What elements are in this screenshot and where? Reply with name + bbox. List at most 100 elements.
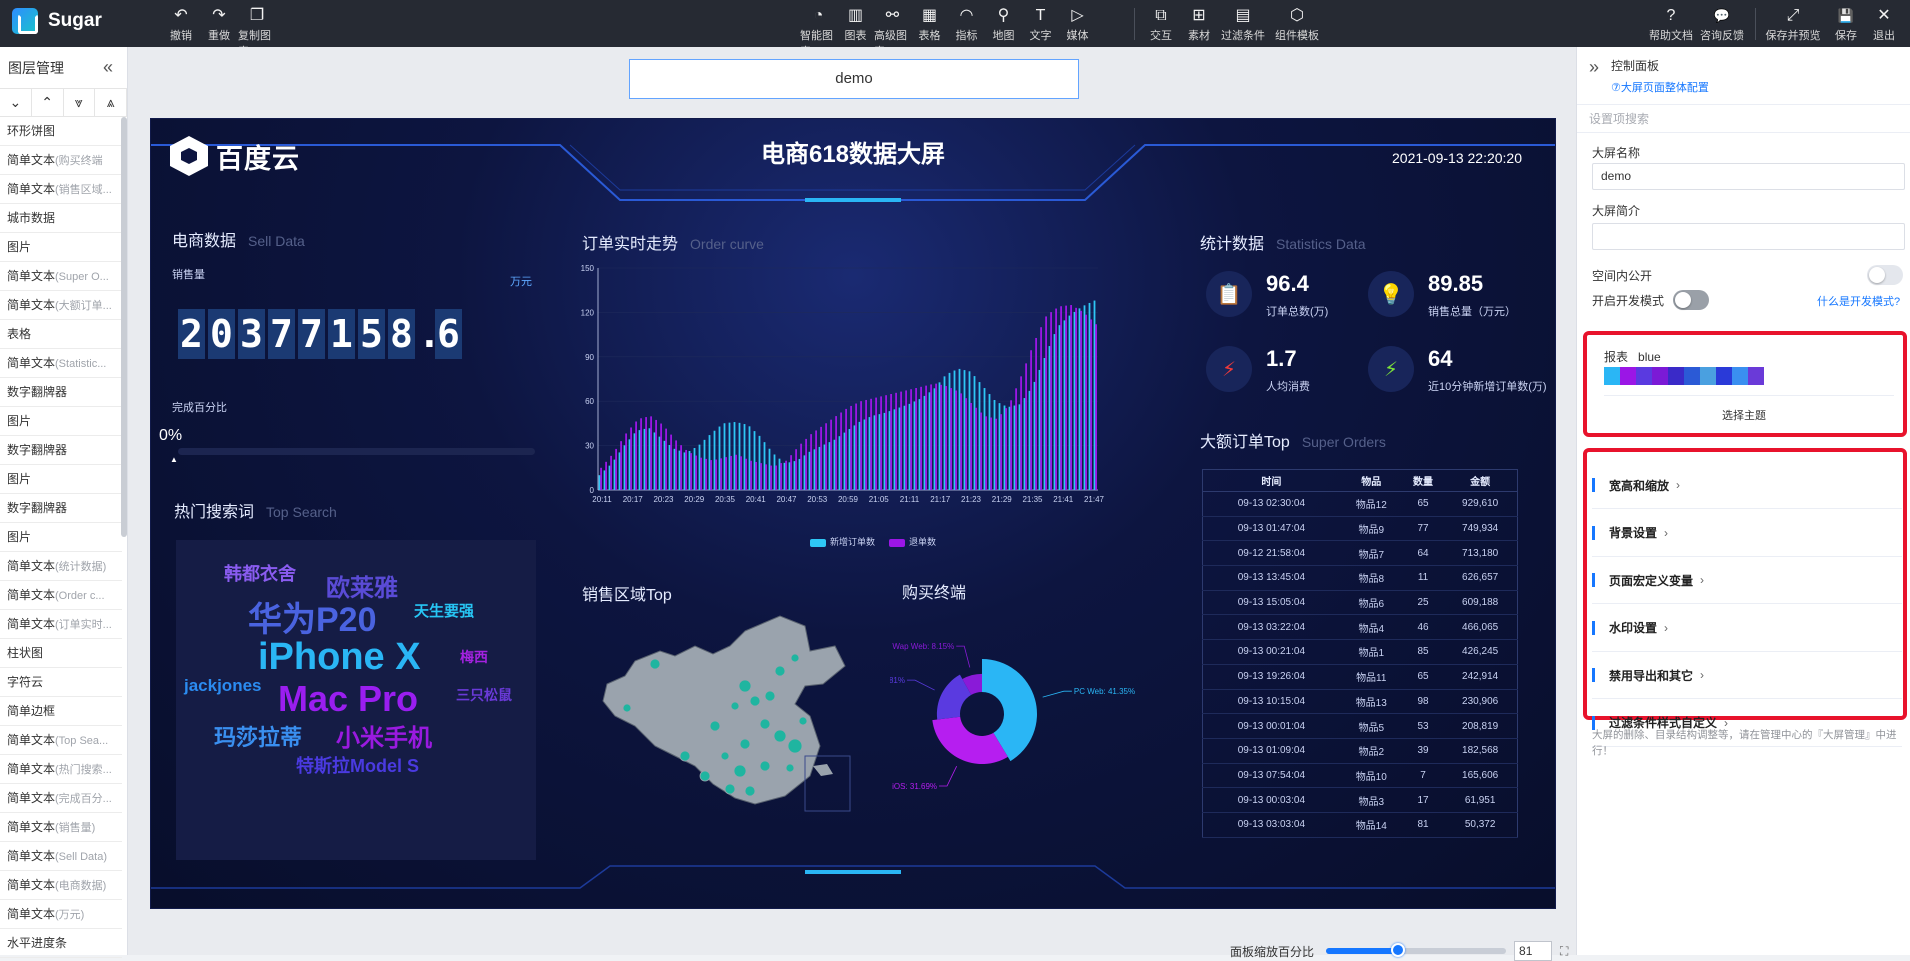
- table-row[interactable]: 09-13 10:15:04 物品13 98 230,906: [1202, 689, 1518, 715]
- media-button[interactable]: ▷ 媒体: [1059, 5, 1096, 43]
- zoom-slider[interactable]: [1326, 943, 1507, 957]
- settings-section[interactable]: 水印设置 ›: [1592, 605, 1902, 652]
- layer-item[interactable]: 简单文本(Statistic...: [0, 349, 122, 378]
- donut-slice[interactable]: [932, 716, 1008, 765]
- template-button[interactable]: ⬡ 组件模板: [1272, 5, 1322, 43]
- layer-item[interactable]: 图片: [0, 233, 122, 262]
- theme-color-swatches[interactable]: [1604, 367, 1764, 385]
- public-in-space-toggle[interactable]: [1867, 265, 1903, 285]
- screen-intro-field[interactable]: [1592, 223, 1905, 250]
- advanced-chart-button[interactable]: ⚯高级图表: [874, 5, 911, 58]
- text-button[interactable]: T 文字: [1022, 5, 1059, 43]
- search-word[interactable]: Mac Pro: [278, 678, 418, 720]
- expand-button[interactable]: ⤢ 保存并预览: [1763, 5, 1823, 43]
- dev-mode-toggle[interactable]: [1673, 290, 1709, 310]
- collapse-panel-icon[interactable]: «: [103, 57, 113, 78]
- settings-section[interactable]: 禁用导出和其它 ›: [1592, 652, 1902, 699]
- table-row[interactable]: 09-13 19:26:04 物品11 65 242,914: [1202, 664, 1518, 690]
- smart-chart-button[interactable]: ◔智能图表: [800, 5, 837, 58]
- feedback-button[interactable]: 💬 咨询反馈: [1697, 5, 1747, 43]
- filter-button[interactable]: ▤ 过滤条件: [1218, 5, 1268, 43]
- layer-item[interactable]: 简单文本(销售区域...: [0, 175, 122, 204]
- search-word[interactable]: 小米手机: [336, 718, 432, 753]
- table-row[interactable]: 09-12 21:58:04 物品7 64 713,180: [1202, 540, 1518, 567]
- table-row[interactable]: 09-13 15:05:04 物品6 25 609,188: [1202, 590, 1518, 616]
- layer-item[interactable]: 表格: [0, 320, 122, 349]
- search-word[interactable]: 华为P20: [248, 592, 377, 641]
- table-row[interactable]: 09-13 00:01:04 物品5 53 208,819: [1202, 713, 1518, 739]
- search-word[interactable]: 三只松鼠: [456, 685, 512, 705]
- layer-item[interactable]: 简单边框: [0, 697, 122, 726]
- sort-down-icon[interactable]: ⌄: [0, 89, 32, 116]
- legend-item-refunds[interactable]: 退单数: [889, 535, 936, 548]
- settings-section[interactable]: 宽高和缩放 ›: [1592, 462, 1902, 509]
- settings-search-input[interactable]: 设置项搜索: [1577, 105, 1910, 133]
- fit-screen-icon[interactable]: ⛶: [1560, 944, 1568, 959]
- layer-item[interactable]: 图片: [0, 523, 122, 552]
- layer-item[interactable]: 简单文本(万元): [0, 900, 122, 929]
- dev-mode-help-link[interactable]: 什么是开发模式?: [1817, 293, 1900, 309]
- move-top-icon[interactable]: ⩓: [95, 89, 127, 116]
- layer-item[interactable]: 图片: [0, 407, 122, 436]
- choose-theme-button[interactable]: 选择主题: [1577, 407, 1910, 423]
- layer-item[interactable]: 简单文本(Order c...: [0, 581, 122, 610]
- layer-item[interactable]: 数字翻牌器: [0, 378, 122, 407]
- table-row[interactable]: 09-13 00:03:04 物品3 17 61,951: [1202, 787, 1518, 813]
- interaction-button[interactable]: ⧉ 交互: [1145, 5, 1177, 43]
- layer-item[interactable]: 环形饼图: [0, 117, 122, 146]
- legend-item-new-orders[interactable]: 新增订单数: [810, 535, 875, 548]
- layer-item[interactable]: 字符云: [0, 668, 122, 697]
- layer-item[interactable]: 数字翻牌器: [0, 436, 122, 465]
- table-row[interactable]: 09-13 07:54:04 物品10 7 165,606: [1202, 763, 1518, 789]
- search-word[interactable]: 特斯拉Model S: [296, 752, 419, 778]
- table-row[interactable]: 09-13 03:03:04 物品14 81 50,372: [1202, 812, 1518, 838]
- layer-item[interactable]: 简单文本(完成百分...: [0, 784, 122, 813]
- layer-item[interactable]: 简单文本(Super O...: [0, 262, 122, 291]
- layer-item[interactable]: 简单文本(统计数据): [0, 552, 122, 581]
- help-button[interactable]: ? 帮助文档: [1646, 5, 1696, 43]
- layer-item[interactable]: 图片: [0, 465, 122, 494]
- save-button[interactable]: 💾 保存: [1826, 5, 1866, 43]
- search-word[interactable]: jackjones: [184, 676, 262, 696]
- settings-section[interactable]: 背景设置 ›: [1592, 510, 1902, 557]
- layer-item[interactable]: 简单文本(电商数据): [0, 871, 122, 900]
- expand-panel-icon[interactable]: »: [1589, 57, 1599, 77]
- layer-item[interactable]: 简单文本(热门搜索...: [0, 755, 122, 784]
- page-config-link[interactable]: ⑦大屏页面整体配置: [1611, 79, 1709, 95]
- search-word[interactable]: 韩都衣舍: [224, 560, 296, 586]
- layer-item[interactable]: 城市数据: [0, 204, 122, 233]
- table-row[interactable]: 09-13 01:47:04 物品9 77 749,934: [1202, 516, 1518, 542]
- zoom-value-input[interactable]: 81: [1514, 941, 1553, 961]
- layer-item[interactable]: 简单文本(Top Sea...: [0, 726, 122, 755]
- layer-item[interactable]: 简单文本(销售量): [0, 813, 122, 842]
- sort-up-icon[interactable]: ⌃: [32, 89, 64, 116]
- layer-item[interactable]: 简单文本(Sell Data): [0, 842, 122, 871]
- move-bottom-icon[interactable]: ⩔: [64, 89, 96, 116]
- layer-item[interactable]: 简单文本(大额订单...: [0, 291, 122, 320]
- search-word[interactable]: iPhone X: [258, 636, 421, 679]
- copy-button[interactable]: ❐复制图表: [238, 5, 276, 58]
- bar-chart-button[interactable]: ▥ 图表: [837, 5, 874, 43]
- search-word[interactable]: 梅西: [460, 647, 488, 667]
- layer-item[interactable]: 数字翻牌器: [0, 494, 122, 523]
- settings-section[interactable]: 页面宏定义变量 ›: [1592, 557, 1902, 604]
- table-row[interactable]: 09-13 13:45:04 物品8 11 626,657: [1202, 565, 1518, 591]
- table-row[interactable]: 09-13 01:09:04 物品2 39 182,568: [1202, 738, 1518, 764]
- gauge-button[interactable]: ◠ 指标: [948, 5, 985, 43]
- layer-item[interactable]: 柱状图: [0, 639, 122, 668]
- undo-button[interactable]: ↶ 撤销: [162, 5, 200, 43]
- search-word[interactable]: 玛莎拉蒂: [214, 720, 302, 752]
- app-logo[interactable]: Sugar: [12, 8, 102, 34]
- screen-name-field[interactable]: demo: [1592, 163, 1905, 190]
- redo-button[interactable]: ↷ 重做: [200, 5, 238, 43]
- screen-name-input[interactable]: demo: [629, 59, 1079, 99]
- table-row[interactable]: 09-13 03:22:04 物品4 46 466,065: [1202, 614, 1518, 641]
- layer-list-scrollbar[interactable]: [121, 117, 127, 537]
- table-row[interactable]: 09-13 00:21:04 物品1 85 426,245: [1202, 639, 1518, 665]
- table-row[interactable]: 09-13 02:30:04 物品12 65 929,610: [1202, 491, 1518, 517]
- table-button[interactable]: ▦ 表格: [911, 5, 948, 43]
- layer-item[interactable]: 水平进度条: [0, 929, 122, 958]
- search-word[interactable]: 天生要强: [414, 600, 474, 621]
- close-button[interactable]: ✕ 退出: [1866, 5, 1902, 43]
- layer-item[interactable]: 简单文本(购买终端: [0, 146, 122, 175]
